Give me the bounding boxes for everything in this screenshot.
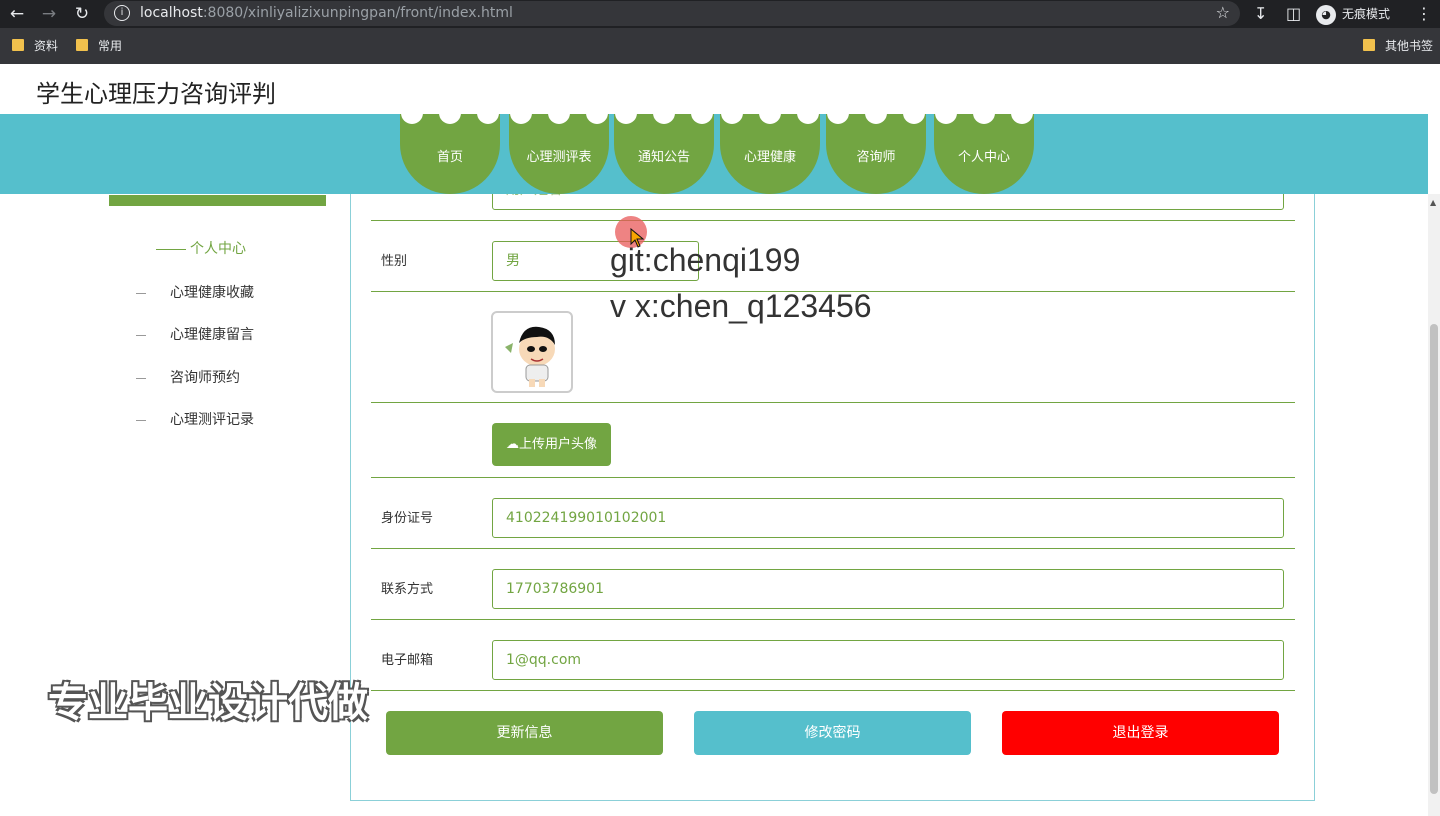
watermark-promo: 专业毕业设计代做 bbox=[48, 680, 368, 726]
page: 学生心理压力咨询评判 个人中心 心理健康收藏 心理健康留言 咨询师预约 心理测评… bbox=[0, 64, 1440, 816]
dash-icon bbox=[136, 377, 146, 379]
back-icon[interactable]: ← bbox=[6, 3, 28, 25]
url-text[interactable]: localhost:8080/xinliyalizixunpingpan/fro… bbox=[140, 5, 513, 21]
sidebar-item-appointment[interactable]: 咨询师预约 bbox=[136, 367, 240, 387]
reload-icon[interactable]: ↻ bbox=[71, 3, 93, 25]
scroll-thumb[interactable] bbox=[1430, 324, 1438, 794]
email-field[interactable]: 1@qq.com bbox=[492, 640, 1284, 680]
sidebar-item-label: 咨询师预约 bbox=[170, 370, 240, 386]
update-info-button[interactable]: 更新信息 bbox=[386, 711, 663, 755]
bookmark-other[interactable]: 其他书签 bbox=[1363, 37, 1433, 55]
dash-icon bbox=[136, 419, 146, 421]
sidebar-item-label: 心理测评记录 bbox=[170, 412, 254, 428]
change-password-button[interactable]: 修改密码 bbox=[694, 711, 971, 755]
forward-icon[interactable]: → bbox=[38, 3, 60, 25]
folder-icon bbox=[76, 39, 88, 51]
main-navbar: 首页 心理测评表 通知公告 心理健康 咨询师 个人中心 bbox=[0, 102, 1428, 194]
nav-notice[interactable]: 通知公告 bbox=[614, 102, 714, 194]
nav-label: 心理健康 bbox=[743, 150, 796, 165]
nav-label: 首页 bbox=[436, 150, 463, 165]
upload-label: 上传用户头像 bbox=[518, 437, 597, 452]
logout-button[interactable]: 退出登录 bbox=[1002, 711, 1279, 755]
profile-form: 用户姓名1 性别 男 ☁上传用户头像 身份证号 4102241990101020… bbox=[350, 170, 1315, 801]
row-divider bbox=[371, 220, 1295, 221]
nav-personal-center[interactable]: 个人中心 bbox=[934, 102, 1034, 194]
row-divider bbox=[371, 619, 1295, 620]
phone-label: 联系方式 bbox=[381, 582, 434, 597]
row-divider bbox=[371, 402, 1295, 403]
page-scrollbar[interactable]: ▲ bbox=[1428, 194, 1440, 816]
folder-icon bbox=[1363, 39, 1375, 51]
nav-label: 咨询师 bbox=[856, 150, 896, 165]
incognito-indicator[interactable]: ◕ 无痕模式 bbox=[1316, 2, 1390, 26]
sidebar-item-favorites[interactable]: 心理健康收藏 bbox=[136, 282, 254, 302]
row-divider bbox=[371, 548, 1295, 549]
row-divider bbox=[371, 690, 1295, 691]
sidebar-item-records[interactable]: 心理测评记录 bbox=[136, 409, 254, 429]
folder-icon bbox=[12, 39, 24, 51]
cloud-upload-icon: ☁ bbox=[505, 437, 519, 452]
sidebar-item-messages[interactable]: 心理健康留言 bbox=[136, 324, 254, 344]
site-title: 学生心理压力咨询评判 bbox=[36, 80, 276, 108]
bookmark-ziliao[interactable]: 资料 bbox=[12, 37, 58, 55]
nav-counselor[interactable]: 咨询师 bbox=[826, 102, 926, 194]
incognito-icon: ◕ bbox=[1316, 4, 1336, 25]
phone-field[interactable]: 17703786901 bbox=[492, 569, 1284, 609]
bookmark-changyong[interactable]: 常用 bbox=[76, 37, 122, 55]
watermark-git: git:chenqi199 bbox=[610, 242, 801, 278]
upload-avatar-button[interactable]: ☁上传用户头像 bbox=[492, 423, 611, 466]
sidebar-heading: 个人中心 bbox=[156, 238, 246, 258]
bookmark-label: 常用 bbox=[98, 39, 123, 53]
incognito-label: 无痕模式 bbox=[1342, 7, 1391, 21]
sidepanel-icon[interactable]: ◫ bbox=[1286, 3, 1301, 25]
bookmarks-bar: 资料 常用 其他书签 bbox=[0, 28, 1440, 64]
bookmark-star-icon[interactable]: ☆ bbox=[1216, 3, 1230, 22]
avatar bbox=[491, 311, 573, 393]
browser-toolbar: ← → ↻ i localhost:8080/xinliyalizixunpin… bbox=[0, 0, 1440, 28]
avatar-image bbox=[505, 326, 555, 387]
nav-home[interactable]: 首页 bbox=[400, 102, 500, 194]
row-divider bbox=[371, 477, 1295, 478]
address-bar[interactable]: i localhost:8080/xinliyalizixunpingpan/f… bbox=[104, 1, 1240, 26]
id-label: 身份证号 bbox=[381, 511, 434, 526]
id-number-field[interactable]: 410224199010102001 bbox=[492, 498, 1284, 538]
sidebar-item-label: 心理健康收藏 bbox=[170, 285, 254, 301]
bookmark-label: 其他书签 bbox=[1385, 39, 1434, 53]
nav-label: 通知公告 bbox=[637, 150, 690, 165]
heading-line bbox=[156, 248, 186, 250]
download-icon[interactable]: ↧ bbox=[1254, 3, 1267, 25]
nav-label: 个人中心 bbox=[957, 150, 1010, 165]
nav-label: 心理测评表 bbox=[526, 150, 592, 165]
sidebar-heading-label: 个人中心 bbox=[190, 241, 246, 257]
dash-icon bbox=[136, 292, 146, 294]
site-info-icon[interactable]: i bbox=[114, 5, 130, 21]
nav-health[interactable]: 心理健康 bbox=[720, 102, 820, 194]
url-host: localhost bbox=[140, 5, 203, 21]
sidebar-header-bar bbox=[109, 195, 326, 206]
scroll-up-icon[interactable]: ▲ bbox=[1430, 198, 1436, 207]
bookmark-label: 资料 bbox=[34, 39, 59, 53]
watermark-wechat: v x:chen_q123456 bbox=[610, 288, 872, 324]
sidebar-item-label: 心理健康留言 bbox=[170, 327, 254, 343]
menu-icon[interactable]: ⋮ bbox=[1416, 3, 1432, 25]
url-path: :8080/xinliyalizixunpingpan/front/index.… bbox=[202, 5, 513, 21]
nav-assessment[interactable]: 心理测评表 bbox=[509, 102, 609, 194]
gender-label: 性别 bbox=[381, 254, 408, 269]
email-label: 电子邮箱 bbox=[381, 653, 434, 668]
dash-icon bbox=[136, 334, 146, 336]
